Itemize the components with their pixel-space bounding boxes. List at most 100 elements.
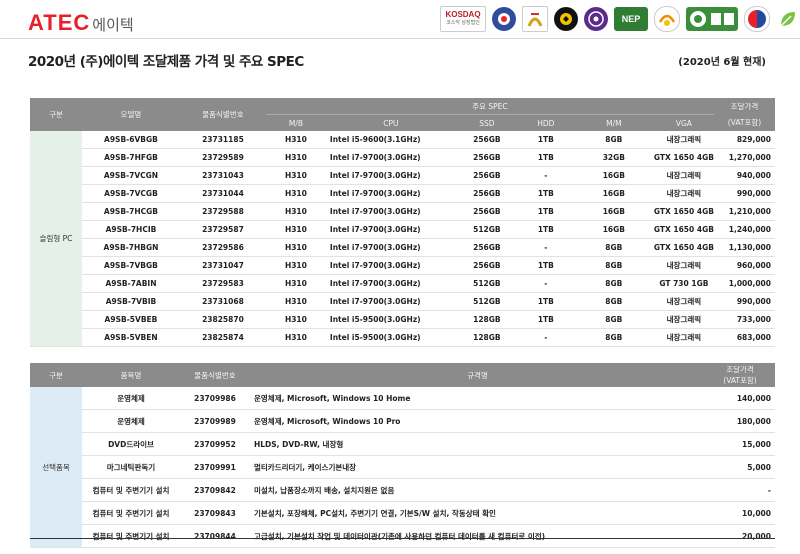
hdd-cell: 1TB [517, 256, 574, 275]
mb-cell: H310 [265, 166, 326, 185]
kosdaq-badge: KOSDAQ 코스닥 상장법인 [440, 6, 486, 32]
id-cell: 23729589 [179, 148, 266, 167]
table-row: A9SB-7HBGN 23729586 H310 Intel i7-9700(3.0G… [30, 238, 775, 257]
header-category: 구분 [30, 363, 82, 387]
header-hdd: HDD [517, 114, 574, 131]
table-row: 컴퓨터 및 주변기기 설치 23709842 미설치, 납품장소까지 배송, 설치지… [30, 478, 775, 502]
id-cell: 23731185 [179, 131, 266, 149]
price-cell: 15,000 [705, 432, 775, 456]
vga-cell: GT 730 1GB [653, 274, 714, 293]
table-row: A9SB-7VCGB 23731044 H310 Intel i7-9700(3.0G… [30, 184, 775, 203]
id-cell: 23709989 [180, 409, 250, 433]
vga-cell: GTX 1650 4GB [653, 148, 714, 167]
bottom-divider [30, 538, 775, 539]
product-cell: 운영체제 [82, 409, 180, 433]
vga-cell: 내장그래픽 [653, 166, 714, 185]
price-cell: 1,210,000 [713, 202, 775, 221]
ssd-cell: 128GB [455, 310, 518, 329]
company-logo[interactable]: ATEC 에이텍 [28, 10, 134, 36]
product-cell: 컴퓨터 및 주변기기 설치 [82, 524, 180, 548]
spec-cell: 운영체제, Microsoft, Windows 10 Home [250, 387, 705, 410]
mb-cell: H310 [265, 131, 326, 149]
id-cell: 23709844 [180, 524, 250, 548]
table-row: A9SB-7HCGB 23729588 H310 Intel i7-9700(3.0G… [30, 202, 775, 221]
mm-cell: 8GB [573, 274, 654, 293]
id-cell: 23709986 [180, 387, 250, 410]
cpu-cell: Intel i7-9700(3.0GHz) [325, 166, 456, 185]
mm-cell: 8GB [573, 310, 654, 329]
price-cell: 960,000 [713, 256, 775, 275]
spec-cell: 고급설치, 기본설치 작업 및 데이터이관(기존에 사용하던 컴퓨터 데이터를 … [250, 524, 705, 548]
award-seal-icon [584, 7, 608, 31]
hdd-cell: - [517, 166, 574, 185]
id-cell: 23729583 [179, 274, 266, 293]
model-cell: A9SB-7HFGB [81, 148, 180, 167]
spec-cell: 기본설치, 포장해체, PC설치, 주변기기 연결, 기본S/W 설치, 작동상… [250, 501, 705, 525]
header-ssd: SSD [455, 114, 518, 131]
hdd-cell: - [517, 274, 574, 293]
vga-cell: 내장그래픽 [653, 131, 714, 149]
price-cell: 180,000 [705, 409, 775, 433]
vga-cell: 내장그래픽 [653, 328, 714, 347]
date-note: (2020년 6월 현재) [678, 57, 766, 68]
cpu-cell: Intel i7-9700(3.0GHz) [325, 148, 456, 167]
id-cell: 23709842 [180, 478, 250, 502]
emblem-badge-icon [492, 7, 516, 31]
hdd-cell: - [517, 238, 574, 257]
price-cell: 1,130,000 [713, 238, 775, 257]
product-cell: DVD드라이브 [82, 432, 180, 456]
vga-cell: 내장그래픽 [653, 292, 714, 311]
hdd-cell: 1TB [517, 148, 574, 167]
model-cell: A9SB-5VBEB [81, 310, 180, 329]
header-mm: M/M [573, 114, 654, 131]
model-cell: A9SB-7VBGB [81, 256, 180, 275]
vga-cell: GTX 1650 4GB [653, 220, 714, 239]
id-cell: 23731047 [179, 256, 266, 275]
ssd-cell: 256GB [455, 184, 518, 203]
header-model: 모델명 [81, 98, 180, 131]
mm-cell: 8GB [573, 292, 654, 311]
ssd-cell: 256GB [455, 202, 518, 221]
eco-mark-icon [654, 6, 680, 32]
category-cell: 선택품목 [30, 387, 82, 548]
logo-text: ATEC [28, 10, 91, 35]
model-cell: A9SB-7ABIN [81, 274, 180, 293]
top-bar: ATEC 에이텍 KOSDAQ 코스닥 상장법인 NEP [0, 0, 800, 39]
mm-cell: 16GB [573, 184, 654, 203]
cpu-cell: Intel i7-9700(3.0GHz) [325, 238, 456, 257]
id-cell: 23731043 [179, 166, 266, 185]
mm-cell: 8GB [573, 131, 654, 149]
header-id: 물품식별번호 [179, 98, 266, 131]
ssd-cell: 256GB [455, 131, 518, 149]
table-row: A9SB-7VCGN 23731043 H310 Intel i7-9700(3.0G… [30, 166, 775, 185]
ssd-cell: 128GB [455, 328, 518, 347]
model-cell: A9SB-7HCGB [81, 202, 180, 221]
hdd-cell: 1TB [517, 131, 574, 149]
header-price: 조달가격 [713, 98, 775, 115]
price-cell: 140,000 [705, 387, 775, 410]
model-cell: A9SB-7VCGB [81, 184, 180, 203]
ssd-cell: 512GB [455, 292, 518, 311]
id-cell: 23731068 [179, 292, 266, 311]
ssd-cell: 512GB [455, 274, 518, 293]
ssd-cell: 256GB [455, 166, 518, 185]
mm-cell: 8GB [573, 328, 654, 347]
mb-cell: H310 [265, 274, 326, 293]
model-cell: A9SB-7VBIB [81, 292, 180, 311]
id-cell: 23729588 [179, 202, 266, 221]
page-title: 2020년 (주)에이텍 조달제품 가격 및 주요 SPEC [28, 54, 304, 70]
mm-cell: 32GB [573, 148, 654, 167]
header-spec-group: 주요 SPEC [265, 98, 714, 115]
id-cell: 23709843 [180, 501, 250, 525]
header-category: 구분 [30, 98, 82, 131]
header-price: 조달가격 (VAT포함) [705, 363, 775, 387]
price-cell: 990,000 [713, 292, 775, 311]
price-cell: 1,000,000 [713, 274, 775, 293]
id-cell: 23729586 [179, 238, 266, 257]
id-cell: 23709991 [180, 455, 250, 479]
mm-cell: 8GB [573, 238, 654, 257]
vga-cell: 내장그래픽 [653, 310, 714, 329]
product-cell: 컴퓨터 및 주변기기 설치 [82, 501, 180, 525]
cpu-cell: Intel i5-9500(3.0GHz) [325, 328, 456, 347]
mb-cell: H310 [265, 328, 326, 347]
